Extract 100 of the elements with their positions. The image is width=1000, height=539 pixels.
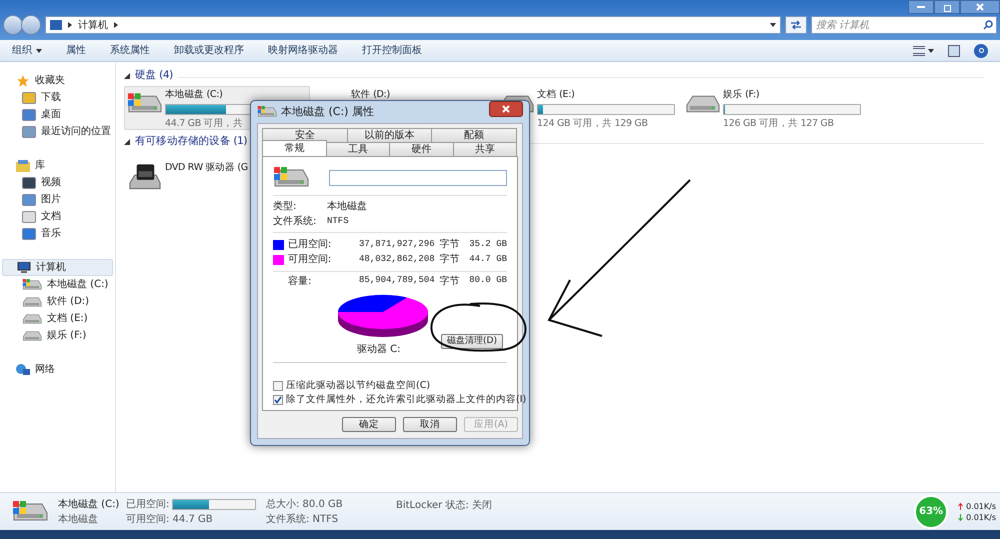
nav-item-label: 文档 (E:) (47, 312, 88, 326)
dropdown-caret-icon (770, 22, 776, 28)
tab[interactable]: 硬件 (389, 142, 454, 156)
checkbox[interactable] (273, 395, 283, 405)
nav-item-label: 音乐 (41, 226, 61, 241)
toolbar-button[interactable]: 映射网络驱动器 (256, 43, 350, 58)
system-drive-icon (273, 167, 309, 189)
search-field[interactable]: 搜索 计算机 (811, 16, 997, 34)
drive-icon (22, 312, 42, 324)
byte-count: 37,871,927,296 (358, 238, 435, 251)
tab[interactable]: 共享 (452, 142, 517, 156)
preview-pane-button[interactable] (948, 44, 960, 56)
tab[interactable]: 常规 (262, 140, 326, 156)
nav-item[interactable]: 软件 (D:) (0, 293, 115, 310)
minimize-icon (917, 6, 925, 8)
nav-group-item[interactable]: 网络 (2, 361, 113, 378)
refresh-button[interactable] (785, 16, 807, 34)
drive-free-space: 44.7 GB 可用，共 (165, 117, 244, 132)
nav-group-item[interactable]: 收藏夹 (2, 72, 113, 89)
nav-item-label: 本地磁盘 (C:) (47, 278, 108, 292)
restore-icon (944, 4, 950, 12)
nav-item[interactable]: 娱乐 (F:) (0, 327, 115, 344)
nav-item[interactable]: 文档 (E:) (0, 310, 115, 327)
drive-icon (685, 93, 720, 115)
toolbar-button[interactable]: 卸载或更改程序 (162, 43, 256, 58)
nav-group-label: 库 (35, 158, 45, 173)
byte-unit: 字节 (440, 274, 461, 288)
dialog-button[interactable]: 取消 (403, 417, 457, 432)
drive-name: 本地磁盘 (C:) (58, 498, 116, 512)
nav-item-label: 下载 (41, 90, 61, 105)
close-button[interactable] (489, 101, 523, 117)
nav-item-label: 最近访问的位置 (41, 124, 111, 139)
view-options-button[interactable] (913, 46, 934, 56)
disk-cleanup-button[interactable]: 磁盘清理(D) (441, 334, 503, 348)
minimize-button[interactable] (908, 0, 934, 14)
nav-item[interactable]: 最近访问的位置 (0, 123, 115, 140)
property-value: NTFS (327, 214, 349, 228)
nav-item-label: 视频 (41, 176, 61, 190)
nav-item[interactable]: 音乐 (0, 225, 115, 242)
nav-item[interactable]: 图片 (0, 191, 115, 208)
drive-name: 文档 (E:) (537, 88, 576, 102)
nav-item[interactable]: 本地磁盘 (C:) (0, 276, 115, 293)
toolbar-button[interactable]: 属性 (54, 43, 98, 58)
restore-button[interactable] (934, 0, 960, 14)
tab[interactable]: 配额 (431, 128, 518, 142)
used-space-label: 已用空间: (126, 498, 170, 512)
property-label: 文件系统: (273, 214, 318, 229)
drive-type: 本地磁盘 (58, 512, 99, 526)
nav-group-item[interactable]: 计算机 (2, 259, 113, 276)
total-size-text: 总大小: 80.0 GB (266, 498, 344, 512)
drive-name: 本地磁盘 (C:) (165, 88, 224, 102)
drive-free-space: 126 GB 可用，共 127 GB (723, 117, 835, 132)
down-arrow-icon (958, 514, 964, 520)
nav-item[interactable]: 桌面 (0, 106, 115, 123)
space-label: 已用空间: (288, 238, 332, 252)
section-header[interactable]: 硬盘 (4) (135, 68, 173, 84)
close-icon (976, 3, 984, 11)
nav-group-item[interactable]: 库 (2, 157, 113, 174)
tab[interactable]: 工具 (326, 142, 390, 156)
byte-unit: 字节 (440, 252, 461, 267)
volume-name-field[interactable] (329, 170, 507, 186)
nav-item-label: 软件 (D:) (47, 295, 90, 309)
forward-button[interactable] (21, 15, 41, 35)
drive-label: 驱动器 C: (357, 342, 401, 356)
checkbox[interactable] (273, 381, 283, 391)
back-button[interactable] (3, 15, 23, 35)
up-arrow-icon (958, 502, 964, 510)
toolbar-button[interactable]: 打开控制面板 (350, 43, 434, 58)
toolbar-button[interactable]: 系统属性 (98, 43, 162, 58)
toolbar-button[interactable]: 组织 (12, 43, 54, 58)
library-icon (16, 160, 30, 172)
system-drive-icon (127, 93, 162, 115)
view-icon (913, 46, 925, 56)
byte-count: 48,032,862,208 (358, 252, 435, 266)
nav-item[interactable]: 下载 (0, 89, 115, 106)
property-value: 本地磁盘 (327, 200, 367, 214)
drive-tile[interactable]: 娱乐 (F:) 126 GB 可用，共 127 GB (682, 86, 868, 130)
address-bar[interactable]: 计算机 (45, 16, 781, 34)
section-header[interactable]: 有可移动存储的设备 (1) (135, 134, 248, 150)
nav-item[interactable]: 文档 (0, 208, 115, 225)
download-speed: 0.01K/s (966, 512, 996, 522)
byte-count: 85,904,789,504 (358, 274, 435, 288)
drive-icon (22, 296, 42, 308)
help-button[interactable] (974, 44, 988, 58)
size-text: 80.0 GB (469, 274, 507, 288)
close-button[interactable] (960, 0, 1000, 14)
upload-speed: 0.01K/s (966, 500, 996, 512)
capacity-label: 容量: (287, 274, 312, 288)
nav-item-label: 图片 (41, 192, 61, 207)
checkmark-icon (274, 396, 282, 404)
property-label: 类型: (273, 200, 298, 214)
nav-group-label: 网络 (35, 363, 55, 377)
breadcrumb-item[interactable]: 计算机 (78, 18, 108, 32)
close-icon (502, 105, 510, 113)
tab[interactable]: 以前的版本 (346, 128, 432, 142)
size-text: 44.7 GB (469, 252, 508, 266)
cpu-gauge: 63% (914, 494, 948, 528)
nav-item[interactable]: 视频 (0, 174, 115, 191)
dialog-button[interactable]: 确定 (342, 417, 396, 432)
drive-icon (22, 330, 42, 342)
